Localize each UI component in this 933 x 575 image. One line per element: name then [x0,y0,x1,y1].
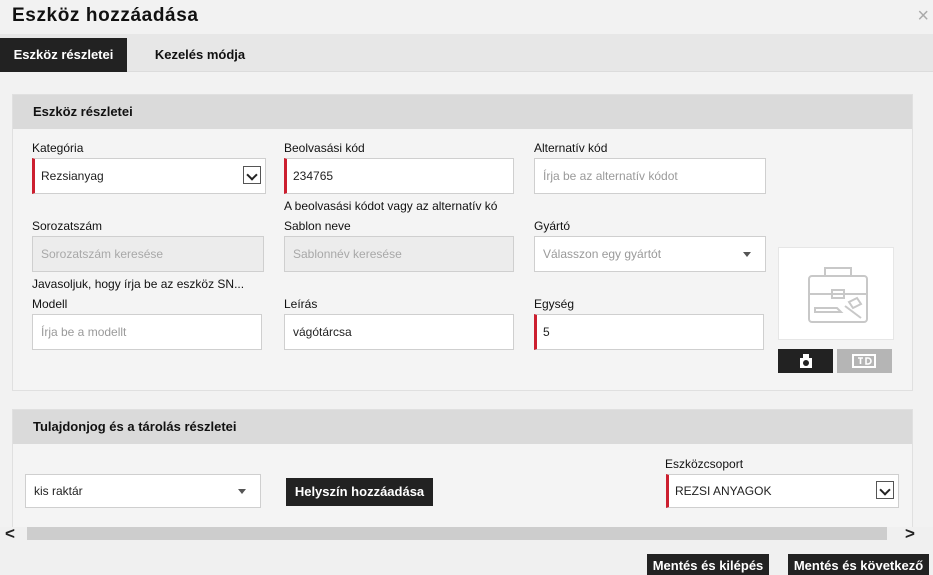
manufacturer-label: Gyártó [534,219,571,233]
close-icon[interactable]: × [917,5,929,28]
camera-upload-icon[interactable] [778,349,833,373]
template-label: Sablon neve [284,219,351,233]
manufacturer-select[interactable]: Válasszon egy gyártót [534,236,766,272]
scroll-right-icon[interactable]: > [905,524,915,544]
scroll-left-icon[interactable]: < [5,524,15,544]
model-label: Modell [32,297,68,311]
toolbox-icon [808,267,868,323]
serial-hint: Javasoljuk, hogy írja be az eszköz SN... [32,277,245,291]
asset-details-header: Eszköz részletei [13,95,912,129]
chevron-down-icon[interactable] [876,481,894,499]
scrollbar-thumb[interactable] [27,527,887,540]
tab-handling-mode[interactable]: Kezelés módja [135,38,265,72]
category-select[interactable]: Rezsianyag [32,158,266,194]
alt-code-input[interactable]: Írja be az alternatív kódot [534,158,766,194]
save-next-button[interactable]: Mentés és következő [788,554,929,575]
add-location-button[interactable]: Helyszín hozzáadása [286,478,433,506]
model-input[interactable]: Írja be a modellt [32,314,262,350]
scan-code-hint: A beolvasási kódot vagy az alternatív kó [284,199,498,213]
location-value: kis raktár [34,484,83,498]
description-label: Leírás [284,297,318,311]
tab-bar: Eszköz részletei Kezelés módja [0,34,933,72]
manufacturer-placeholder: Válasszon egy gyártót [543,247,662,261]
asset-group-label: Eszközcsoport [665,457,744,471]
dropdown-caret-icon [238,489,246,494]
template-search-input[interactable]: Sablonnév keresése [284,236,514,272]
asset-details-panel: Eszköz részletei Kategória Rezsianyag Be… [12,94,913,391]
category-label: Kategória [32,141,84,155]
serial-label: Sorozatszám [32,219,103,233]
category-value: Rezsianyag [41,169,104,183]
scan-code-label: Beolvasási kód [284,141,365,155]
dialog-content: Eszköz részletei Kategória Rezsianyag Be… [0,72,933,549]
dropdown-caret-icon [743,252,751,257]
tab-asset-details[interactable]: Eszköz részletei [0,38,127,72]
asset-image-placeholder [778,247,894,340]
asset-group-select[interactable]: REZSI ANYAGOK [666,474,899,508]
dialog-title-bar: Eszköz hozzáadása × [0,0,933,34]
location-select[interactable]: kis raktár [25,474,261,508]
description-input[interactable]: vágótárcsa [284,314,514,350]
dialog-title: Eszköz hozzáadása [12,5,199,26]
image-toggle-icon[interactable] [837,349,892,373]
chevron-down-icon[interactable] [243,166,261,184]
scan-code-input[interactable]: 234765 [284,158,514,194]
horizontal-scrollbar[interactable]: < > [0,524,933,544]
serial-search-input[interactable]: Sorozatszám keresése [32,236,264,272]
save-exit-button[interactable]: Mentés és kilépés [647,554,769,575]
ownership-header: Tulajdonjog és a tárolás részletei [13,410,912,444]
unit-input[interactable]: 5 [534,314,764,350]
dialog-footer: Mentés és kilépés Mentés és következő [0,543,933,575]
unit-label: Egység [534,297,575,311]
asset-group-value: REZSI ANYAGOK [675,484,772,498]
alt-code-label: Alternatív kód [534,141,608,155]
